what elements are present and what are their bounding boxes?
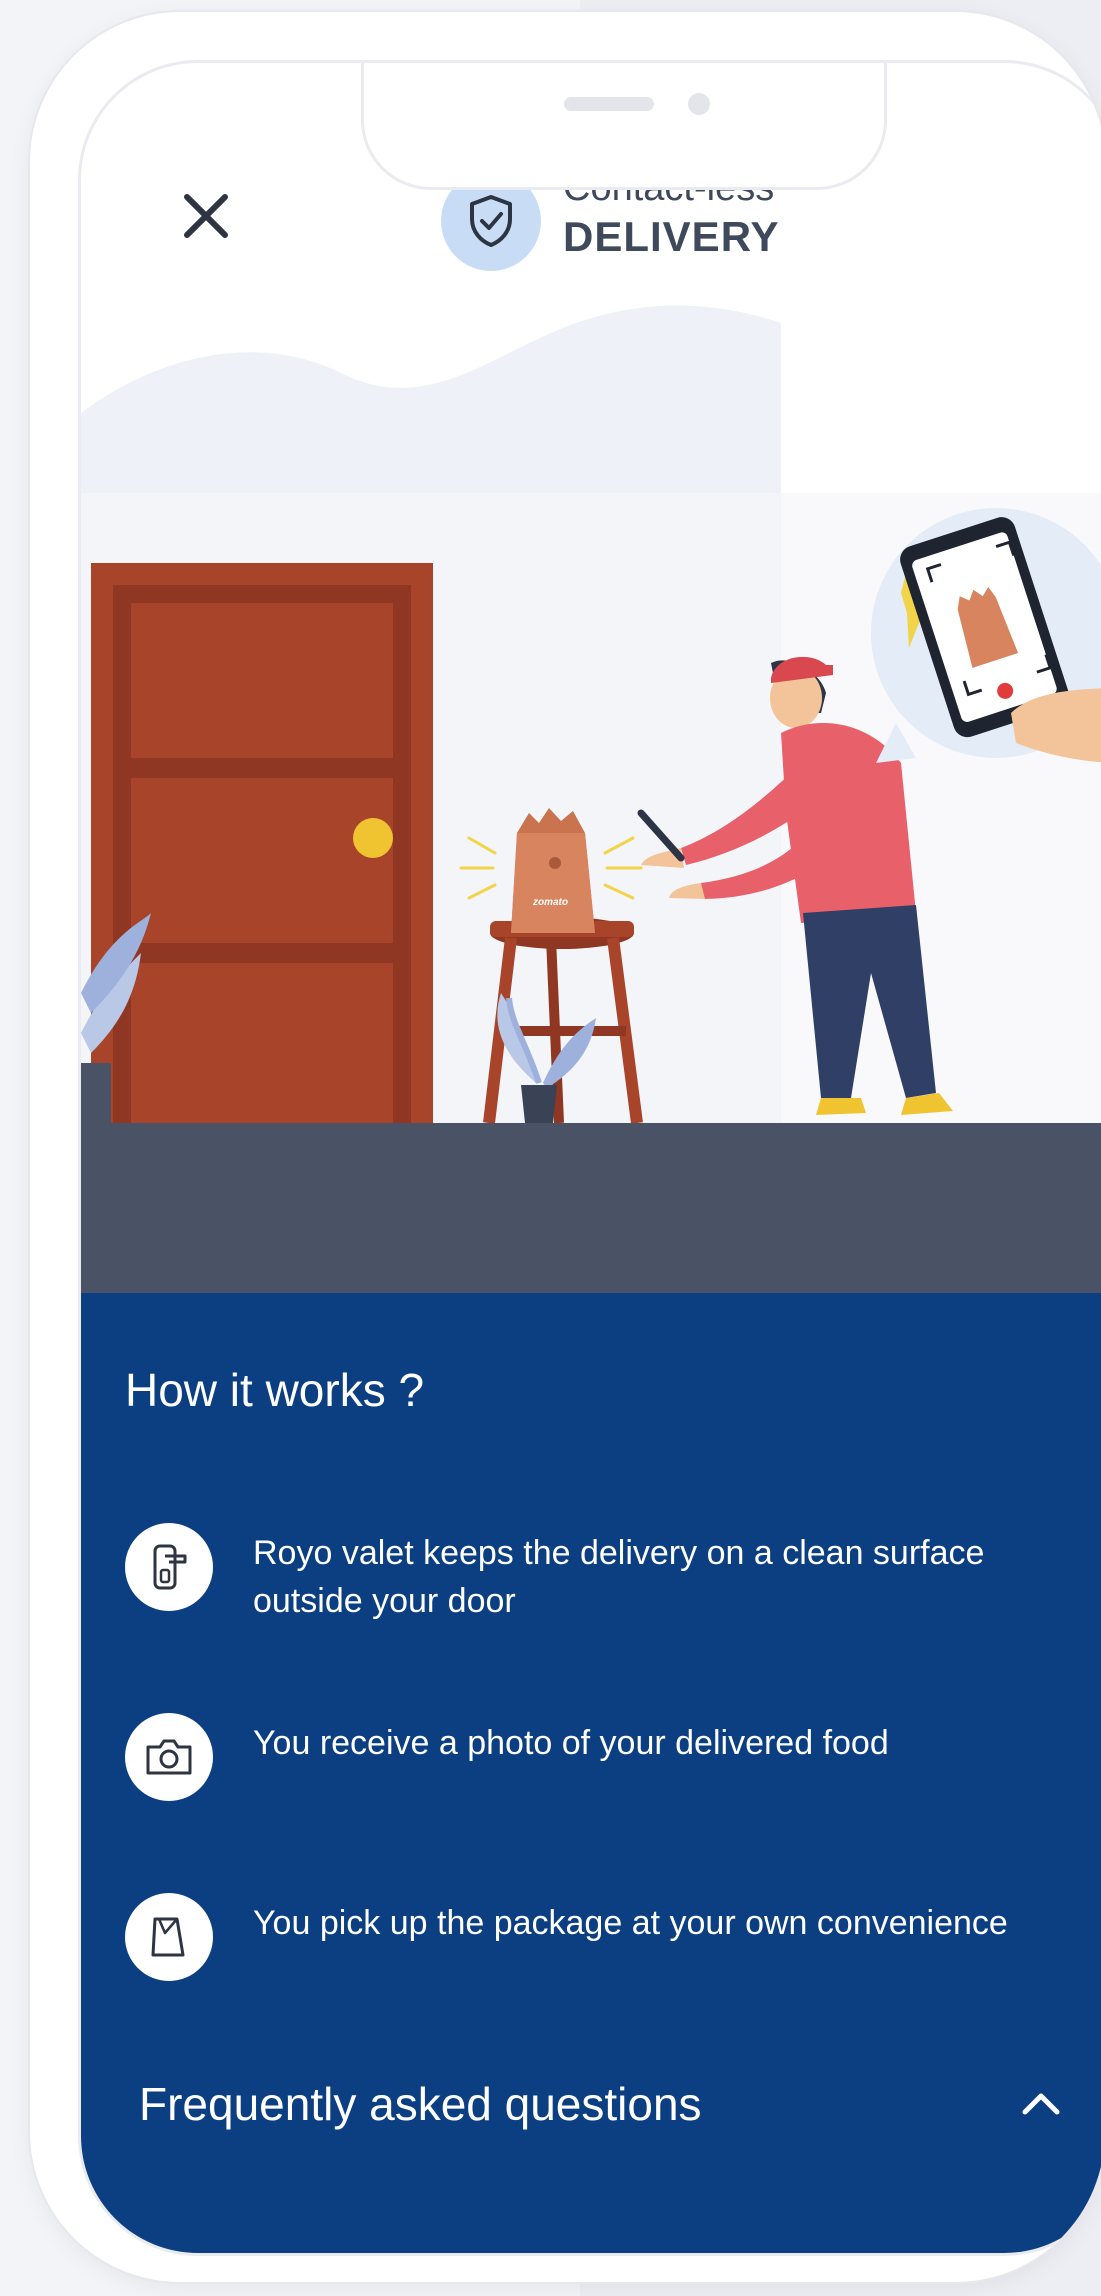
door-illustration [91, 563, 433, 1123]
delivery-illustration: zomato [81, 305, 1101, 1333]
phone-frame: Contact-less DELIVERY [30, 12, 1101, 2282]
close-icon [184, 194, 228, 238]
bag-label: zomato [532, 897, 568, 908]
package-icon [125, 1893, 213, 1981]
step-text: You receive a photo of your delivered fo… [253, 1724, 889, 1762]
brand-title: DELIVERY [563, 213, 780, 260]
step-text: You pick up the package at your own conv… [253, 1904, 1008, 1942]
chevron-up-icon [1022, 2093, 1060, 2115]
shield-check-icon [470, 195, 512, 247]
camera-icon [125, 1713, 213, 1801]
faq-toggle-button[interactable] [1011, 2073, 1071, 2133]
how-it-works-panel: How it works ? Royo valet keeps the deli… [81, 1293, 1101, 2253]
speaker-grille [564, 97, 654, 111]
faq-label[interactable]: Frequently asked questions [139, 2077, 702, 2131]
phone-screen: Contact-less DELIVERY [78, 60, 1101, 2256]
how-it-works-title: How it works ? [125, 1364, 425, 1416]
door-knob [353, 818, 393, 858]
step-text: Royo valet keeps the delivery on a clean… [253, 1534, 985, 1620]
front-camera [688, 93, 710, 115]
close-button[interactable] [171, 181, 241, 251]
door-handle-icon [125, 1523, 213, 1611]
phone-notch [361, 63, 887, 190]
